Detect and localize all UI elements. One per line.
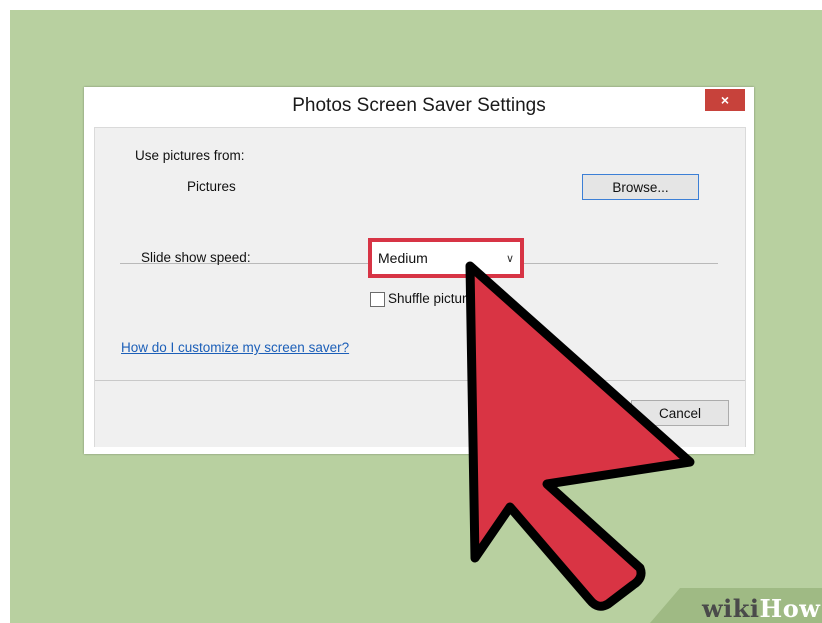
screen-saver-settings-dialog: Photos Screen Saver Settings × Use pictu… bbox=[84, 87, 754, 454]
dialog-titlebar: Photos Screen Saver Settings × bbox=[84, 87, 754, 127]
close-button[interactable]: × bbox=[705, 89, 745, 111]
dialog-content: Use pictures from: Pictures Browse... Sl… bbox=[94, 127, 746, 447]
browse-button[interactable]: Browse... bbox=[582, 174, 699, 200]
slide-show-speed-dropdown[interactable]: Medium ∨ bbox=[368, 238, 524, 278]
pictures-folder-value: Pictures bbox=[187, 179, 236, 194]
cancel-button[interactable]: Cancel bbox=[631, 400, 729, 426]
close-icon: × bbox=[720, 92, 730, 108]
help-link[interactable]: How do I customize my screen saver? bbox=[121, 340, 349, 355]
wikihow-watermark: wikiHow bbox=[702, 594, 820, 623]
shuffle-label: Shuffle picture bbox=[388, 291, 475, 306]
shuffle-checkbox[interactable] bbox=[370, 292, 385, 307]
chevron-down-icon: ∨ bbox=[505, 253, 514, 265]
watermark-wiki: wiki bbox=[702, 594, 760, 623]
watermark-how: How bbox=[759, 594, 821, 623]
dialog-footer: Cancel bbox=[95, 380, 745, 447]
speed-selected-value: Medium bbox=[378, 250, 428, 266]
slide-show-speed-label: Slide show speed: bbox=[141, 250, 251, 265]
use-pictures-from-label: Use pictures from: bbox=[135, 148, 245, 163]
dialog-title: Photos Screen Saver Settings bbox=[292, 95, 546, 116]
